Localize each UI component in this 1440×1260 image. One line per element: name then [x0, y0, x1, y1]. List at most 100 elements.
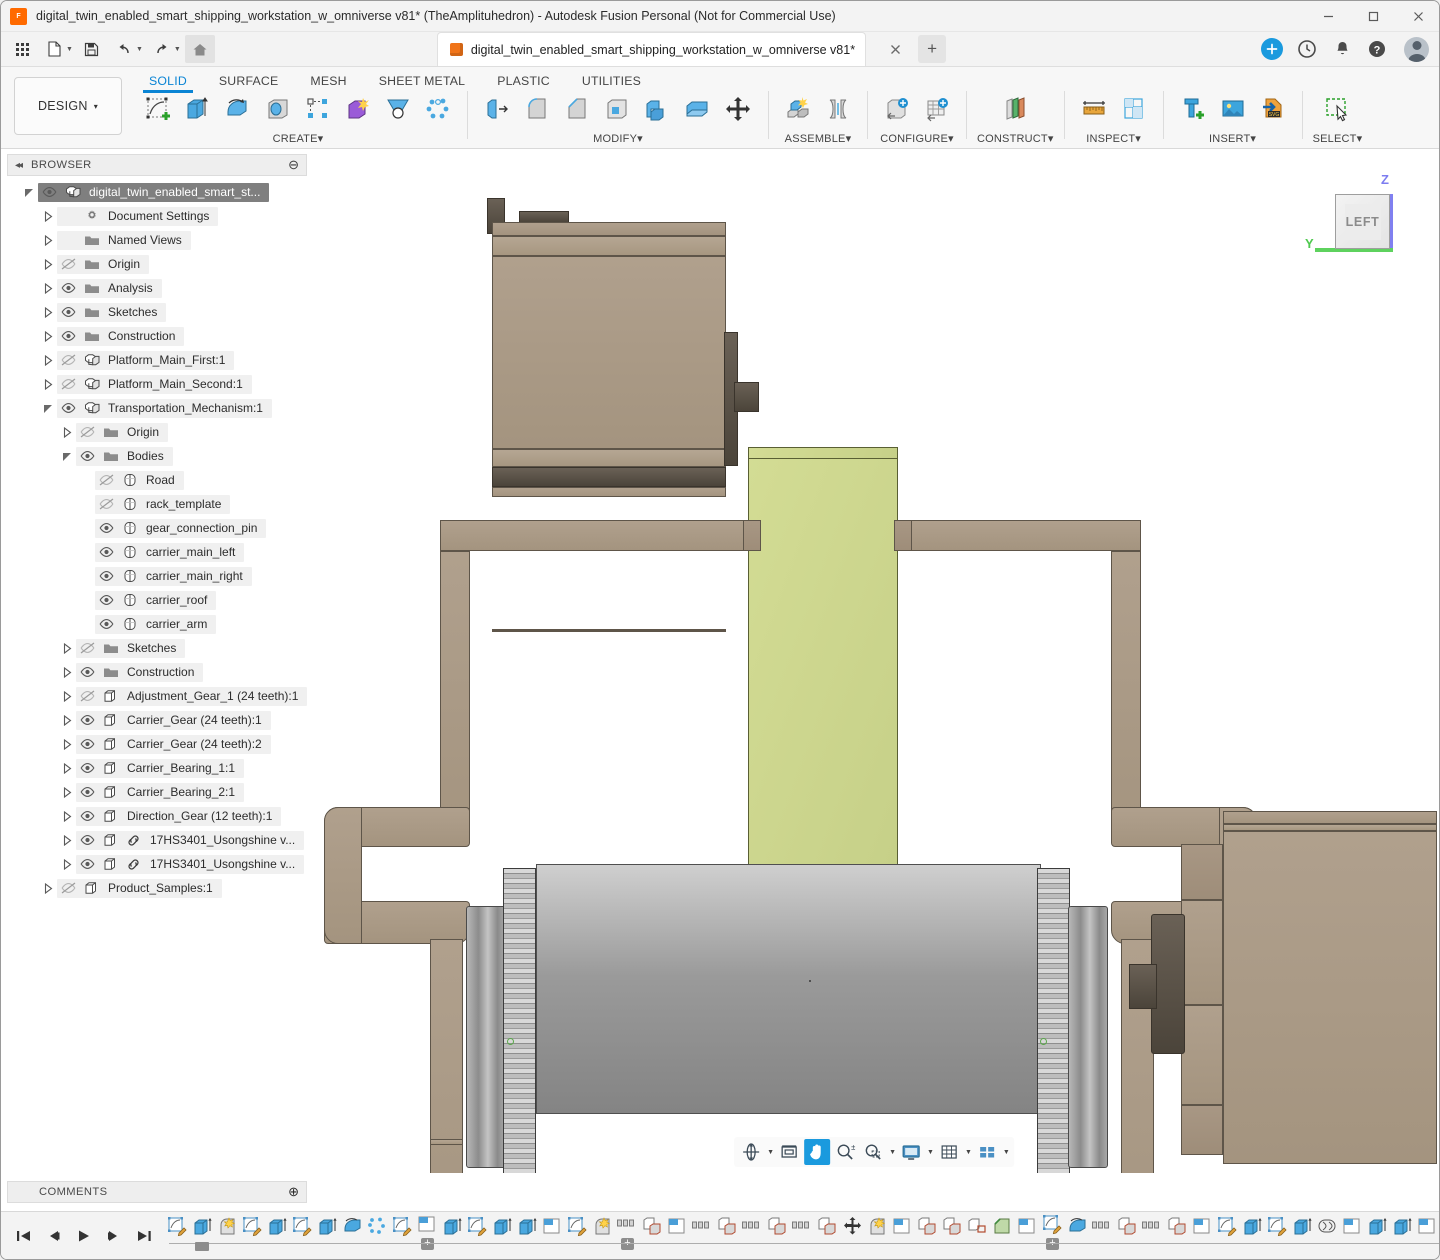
- tree-node[interactable]: Origin: [7, 252, 307, 276]
- tree-node-row[interactable]: Origin: [76, 423, 168, 442]
- tree-node-row[interactable]: Carrier_Bearing_1:1: [76, 759, 244, 778]
- right-motor-top-seam[interactable]: [1223, 824, 1437, 831]
- tree-node[interactable]: Document Settings: [7, 204, 307, 228]
- add-comment-icon[interactable]: ⊕: [288, 1184, 299, 1200]
- configuration-table-icon[interactable]: [918, 91, 956, 127]
- measure-icon[interactable]: [1075, 91, 1113, 127]
- panel-modify-caret-icon[interactable]: ▾: [637, 133, 643, 145]
- right-motor-hub-bottom[interactable]: [1181, 1105, 1223, 1155]
- right-motor-hub-lower[interactable]: [1181, 1005, 1223, 1105]
- tree-node[interactable]: Carrier_Gear (24 teeth):1: [7, 708, 307, 732]
- orbit-icon[interactable]: [738, 1139, 764, 1165]
- collapse-arrow-icon[interactable]: [40, 259, 57, 270]
- motor-base-foot[interactable]: [492, 487, 726, 497]
- highlighted-body-carrier-arm[interactable]: [748, 447, 898, 877]
- tree-node[interactable]: carrier_arm: [7, 612, 307, 636]
- timeline-feature[interactable]: [690, 1214, 715, 1250]
- timeline-feature[interactable]: [1390, 1214, 1415, 1250]
- grid-snaps-icon[interactable]: [936, 1139, 962, 1165]
- redo-icon[interactable]: [147, 35, 177, 63]
- carrier-roof-joint-right[interactable]: [894, 520, 912, 551]
- hidden-eye-icon[interactable]: [76, 690, 99, 702]
- move-copy-icon[interactable]: [718, 91, 758, 127]
- visible-eye-icon[interactable]: [95, 594, 118, 606]
- redo-caret-icon[interactable]: ▼: [174, 46, 181, 53]
- tree-node-row[interactable]: Carrier_Bearing_2:1: [76, 783, 244, 802]
- timeline-feature[interactable]: [890, 1214, 915, 1250]
- timeline-feature[interactable]: [565, 1214, 590, 1250]
- tree-node[interactable]: Origin: [7, 420, 307, 444]
- undo-icon[interactable]: [109, 35, 139, 63]
- collapse-arrow-icon[interactable]: [40, 379, 57, 390]
- timeline-feature[interactable]: [215, 1214, 240, 1250]
- tree-node-row[interactable]: rack_template: [95, 495, 230, 514]
- select-window-icon[interactable]: [1317, 91, 1357, 127]
- tab-mesh[interactable]: MESH: [294, 67, 362, 89]
- expand-arrow-icon[interactable]: [40, 403, 57, 414]
- visible-eye-icon[interactable]: [95, 618, 118, 630]
- tree-node[interactable]: Construction: [7, 660, 307, 684]
- tree-node-row[interactable]: Adjustment_Gear_1 (24 teeth):1: [76, 687, 307, 706]
- visible-eye-icon[interactable]: [76, 858, 99, 870]
- timeline-feature[interactable]: +: [415, 1214, 440, 1250]
- collapse-arrow-icon[interactable]: [59, 787, 76, 798]
- timeline-feature[interactable]: [1215, 1214, 1240, 1250]
- timeline-feature[interactable]: [965, 1214, 990, 1250]
- hidden-eye-icon[interactable]: [76, 642, 99, 654]
- timeline-feature[interactable]: [290, 1214, 315, 1250]
- carrier-roof-beam-left[interactable]: [440, 520, 750, 551]
- tree-node[interactable]: Road: [7, 468, 307, 492]
- motor-body-lower-band[interactable]: [492, 629, 726, 631]
- timeline-feature[interactable]: [740, 1214, 765, 1250]
- direction-gear[interactable]: [809, 980, 811, 982]
- visible-eye-icon[interactable]: [76, 450, 99, 462]
- tree-node[interactable]: carrier_main_right: [7, 564, 307, 588]
- orbit-caret-icon[interactable]: ▼: [767, 1149, 774, 1156]
- viewports-icon[interactable]: [974, 1139, 1000, 1165]
- visible-eye-icon[interactable]: [95, 522, 118, 534]
- new-document-icon[interactable]: [39, 35, 69, 63]
- visible-eye-icon[interactable]: [38, 186, 61, 198]
- motor-lower-band[interactable]: [492, 449, 726, 467]
- timeline-feature[interactable]: [815, 1214, 840, 1250]
- carrier-main-right-column[interactable]: [1111, 551, 1141, 841]
- carrier-roof-beam-right[interactable]: [896, 520, 1141, 551]
- zoom-icon[interactable]: ±: [832, 1139, 858, 1165]
- tree-node[interactable]: Product_Samples:1: [7, 876, 307, 900]
- visible-eye-icon[interactable]: [76, 762, 99, 774]
- visible-eye-icon[interactable]: [76, 834, 99, 846]
- tab-surface[interactable]: SURFACE: [203, 67, 294, 89]
- tab-utilities[interactable]: UTILITIES: [566, 67, 657, 89]
- visible-eye-icon[interactable]: [57, 330, 80, 342]
- combine-icon[interactable]: [638, 91, 676, 127]
- collapse-arrow-icon[interactable]: [59, 763, 76, 774]
- offset-face-icon[interactable]: [678, 91, 716, 127]
- offset-plane-icon[interactable]: [995, 91, 1035, 127]
- panel-inspect-caret-icon[interactable]: ▾: [1135, 133, 1141, 145]
- timeline-feature[interactable]: [1315, 1214, 1340, 1250]
- collapse-arrow-icon[interactable]: [59, 715, 76, 726]
- timeline-feature[interactable]: [1165, 1214, 1190, 1250]
- tree-node-row[interactable]: Transportation_Mechanism:1: [57, 399, 272, 418]
- panel-construct-caret-icon[interactable]: ▾: [1048, 133, 1054, 145]
- timeline-feature[interactable]: [1115, 1214, 1140, 1250]
- visible-eye-icon[interactable]: [95, 570, 118, 582]
- right-motor-shaft-pin[interactable]: [1129, 964, 1157, 1009]
- tree-node-row[interactable]: carrier_arm: [95, 615, 216, 634]
- tree-node-row[interactable]: carrier_main_left: [95, 543, 244, 562]
- new-sketch-icon[interactable]: [139, 91, 177, 127]
- carrier-main-left-leg-joint[interactable]: [430, 1139, 463, 1145]
- visible-eye-icon[interactable]: [57, 282, 80, 294]
- tree-node[interactable]: Bodies: [7, 444, 307, 468]
- close-button[interactable]: [1396, 1, 1440, 32]
- collapse-panel-icon[interactable]: ◂◂: [15, 160, 21, 171]
- timeline-feature[interactable]: [865, 1214, 890, 1250]
- carrier-bearing-1[interactable]: [466, 906, 506, 1168]
- hidden-eye-icon[interactable]: [57, 882, 80, 894]
- section-analysis-icon[interactable]: [1115, 91, 1153, 127]
- press-pull-icon[interactable]: [478, 91, 516, 127]
- motor-body-band1[interactable]: [492, 236, 726, 256]
- timeline-group-expand-icon[interactable]: +: [421, 1238, 434, 1249]
- tree-node-row[interactable]: Origin: [57, 255, 149, 274]
- comments-panel[interactable]: COMMENTS ⊕: [7, 1181, 307, 1203]
